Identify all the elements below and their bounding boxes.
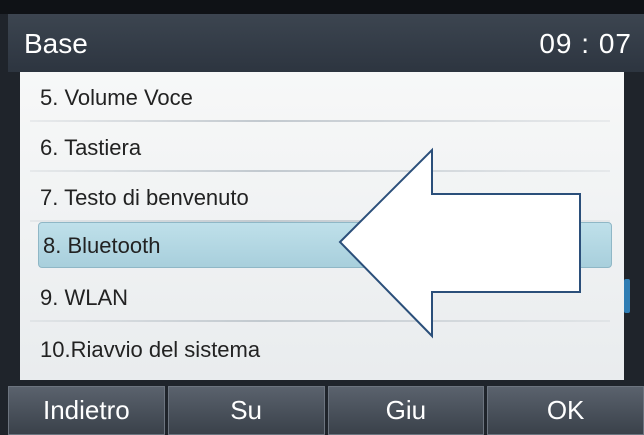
phone-screen: Base 09 : 07 5. Volume Voce 6. Tastiera … (0, 0, 644, 435)
left-arrow-icon (338, 147, 581, 339)
